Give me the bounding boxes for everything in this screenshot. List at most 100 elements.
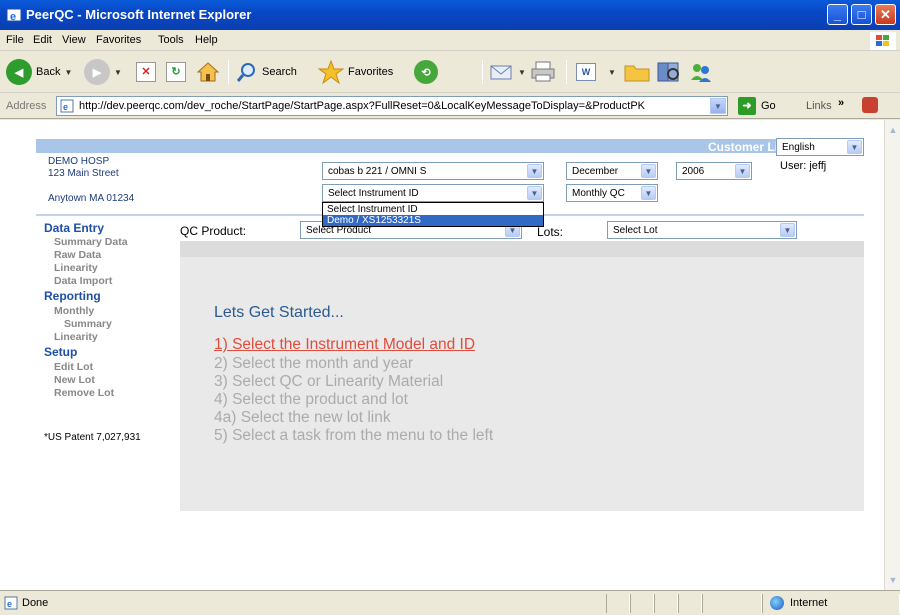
research-button[interactable]	[656, 57, 682, 87]
step-1-link[interactable]: 1) Select the Instrument Model and ID	[214, 336, 475, 354]
menu-tools[interactable]: Tools	[158, 34, 184, 46]
chevron-down-icon: ▼	[527, 164, 542, 178]
step-4: 4) Select the product and lot	[214, 391, 408, 408]
instrument-id-select[interactable]: Select Instrument ID ▼	[322, 184, 544, 202]
go-label: Go	[761, 100, 776, 112]
menu-view[interactable]: View	[62, 34, 86, 46]
address-url: http://dev.peerqc.com/dev_roche/StartPag…	[79, 100, 646, 112]
stop-icon: ✕	[136, 62, 156, 82]
go-arrow-icon: ➜	[738, 97, 756, 115]
qc-type-value: Monthly QC	[572, 188, 625, 199]
back-button[interactable]: ◀ Back ▼	[6, 57, 72, 87]
nav-summary-data[interactable]: Summary Data	[54, 236, 128, 248]
nav-data-import[interactable]: Data Import	[54, 275, 112, 287]
chevron-down-icon: ▼	[641, 186, 656, 200]
nav-linearity-report[interactable]: Linearity	[54, 331, 98, 343]
nav-remove-lot[interactable]: Remove Lot	[54, 387, 114, 399]
links-label[interactable]: Links	[806, 100, 832, 112]
menu-file[interactable]: File	[6, 34, 24, 46]
history-button[interactable]: ⟲	[414, 57, 438, 87]
step-3: 3) Select QC or Linearity Material	[214, 373, 444, 390]
status-cell	[702, 594, 762, 613]
month-value: December	[572, 166, 619, 177]
stop-button[interactable]: ✕	[136, 57, 156, 87]
close-button[interactable]: ✕	[875, 4, 896, 25]
month-select[interactable]: December ▼	[566, 162, 658, 180]
instrument-id-dropdown-list[interactable]: Select Instrument ID Demo / XS1253321S	[322, 202, 544, 227]
window-titlebar: e PeerQC - Microsoft Internet Explorer _…	[0, 0, 900, 30]
year-select[interactable]: 2006 ▼	[676, 162, 752, 180]
svg-text:e: e	[63, 102, 68, 112]
hospital-address-line2: Anytown MA 01234	[48, 193, 135, 204]
print-button[interactable]	[530, 57, 556, 87]
address-dropdown-button[interactable]: ▼	[710, 98, 726, 114]
forward-button[interactable]: ▶ ▼	[84, 57, 122, 87]
refresh-icon: ↻	[166, 62, 186, 82]
favorites-button[interactable]: Favorites	[318, 57, 393, 87]
search-button[interactable]: Search	[236, 57, 297, 87]
dropdown-option[interactable]: Select Instrument ID	[323, 204, 543, 215]
extension-icon[interactable]	[862, 97, 878, 113]
nav-monthly[interactable]: Monthly	[54, 305, 94, 317]
home-button[interactable]	[196, 57, 220, 87]
status-cell	[678, 594, 702, 613]
patent-notice: *US Patent 7,027,931	[44, 432, 141, 443]
instrument-model-select[interactable]: cobas b 221 / OMNI S ▼	[322, 162, 544, 180]
lot-select[interactable]: Select Lot ▼	[607, 221, 797, 239]
year-value: 2006	[682, 166, 705, 177]
messenger-button[interactable]	[688, 57, 714, 87]
page-icon: e	[4, 596, 18, 610]
chevron-down-icon: ▼	[518, 67, 526, 77]
step-5: 5) Select a task from the menu to the le…	[214, 427, 494, 444]
mail-button[interactable]: ▼	[490, 57, 526, 87]
word-icon: W	[576, 63, 596, 81]
scroll-down-icon[interactable]: ▼	[886, 572, 900, 588]
favorites-star-icon	[318, 60, 344, 84]
vertical-scrollbar[interactable]: ▲ ▼	[884, 120, 900, 590]
back-arrow-icon: ◀	[6, 59, 32, 85]
menu-favorites[interactable]: Favorites	[96, 34, 141, 46]
nav-new-lot[interactable]: New Lot	[54, 374, 95, 386]
instrument-id-value: Select Instrument ID	[328, 188, 419, 199]
windows-flag-icon	[870, 32, 896, 50]
toolbar: ◀ Back ▼ ▶ ▼ ✕ ↻ Search Favorites ⟲ ▼ W …	[0, 51, 900, 93]
chevron-down-icon: ▼	[64, 67, 73, 77]
chevron-right-icon[interactable]: »	[838, 97, 844, 109]
nav-edit-lot[interactable]: Edit Lot	[54, 361, 93, 373]
nav-setup[interactable]: Setup	[44, 345, 77, 359]
maximize-button[interactable]: □	[851, 4, 872, 25]
minimize-button[interactable]: _	[827, 4, 848, 25]
lots-label: Lots:	[537, 225, 564, 239]
chevron-down-icon: ▼	[847, 140, 862, 154]
nav-reporting[interactable]: Reporting	[44, 289, 101, 303]
address-input[interactable]: e http://dev.peerqc.com/dev_roche/StartP…	[56, 96, 728, 116]
history-icon: ⟲	[414, 60, 438, 84]
folder-button[interactable]	[624, 57, 650, 87]
panel-header-strip	[180, 241, 864, 257]
refresh-button[interactable]: ↻	[166, 57, 186, 87]
nav-data-entry[interactable]: Data Entry	[44, 221, 104, 235]
nav-raw-data[interactable]: Raw Data	[54, 249, 101, 261]
menu-edit[interactable]: Edit	[33, 34, 52, 46]
dropdown-option-highlighted[interactable]: Demo / XS1253321S	[323, 215, 543, 226]
svg-text:e: e	[7, 599, 12, 609]
security-zone-label: Internet	[790, 597, 828, 609]
window-title: PeerQC - Microsoft Internet Explorer	[26, 7, 252, 22]
menu-help[interactable]: Help	[195, 34, 218, 46]
page-icon: e	[60, 99, 74, 113]
getting-started-title: Lets Get Started...	[214, 304, 344, 321]
address-bar: Address e http://dev.peerqc.com/dev_roch…	[0, 93, 900, 119]
nav-linearity[interactable]: Linearity	[54, 262, 98, 274]
scroll-up-icon[interactable]: ▲	[886, 122, 900, 138]
hospital-address-line1: 123 Main Street	[48, 168, 119, 179]
nav-summary[interactable]: Summary	[64, 318, 112, 330]
status-text: Done	[22, 597, 49, 609]
qc-type-select[interactable]: Monthly QC ▼	[566, 184, 658, 202]
status-bar: e Done Internet	[0, 590, 900, 615]
search-label: Search	[262, 66, 297, 78]
step-4a: 4a) Select the new lot link	[214, 409, 391, 426]
language-select[interactable]: English ▼	[776, 138, 864, 156]
ie-logo-icon: e	[6, 8, 22, 23]
edit-word-button[interactable]: W ▼	[576, 57, 616, 87]
go-button[interactable]: ➜ Go	[738, 97, 776, 115]
